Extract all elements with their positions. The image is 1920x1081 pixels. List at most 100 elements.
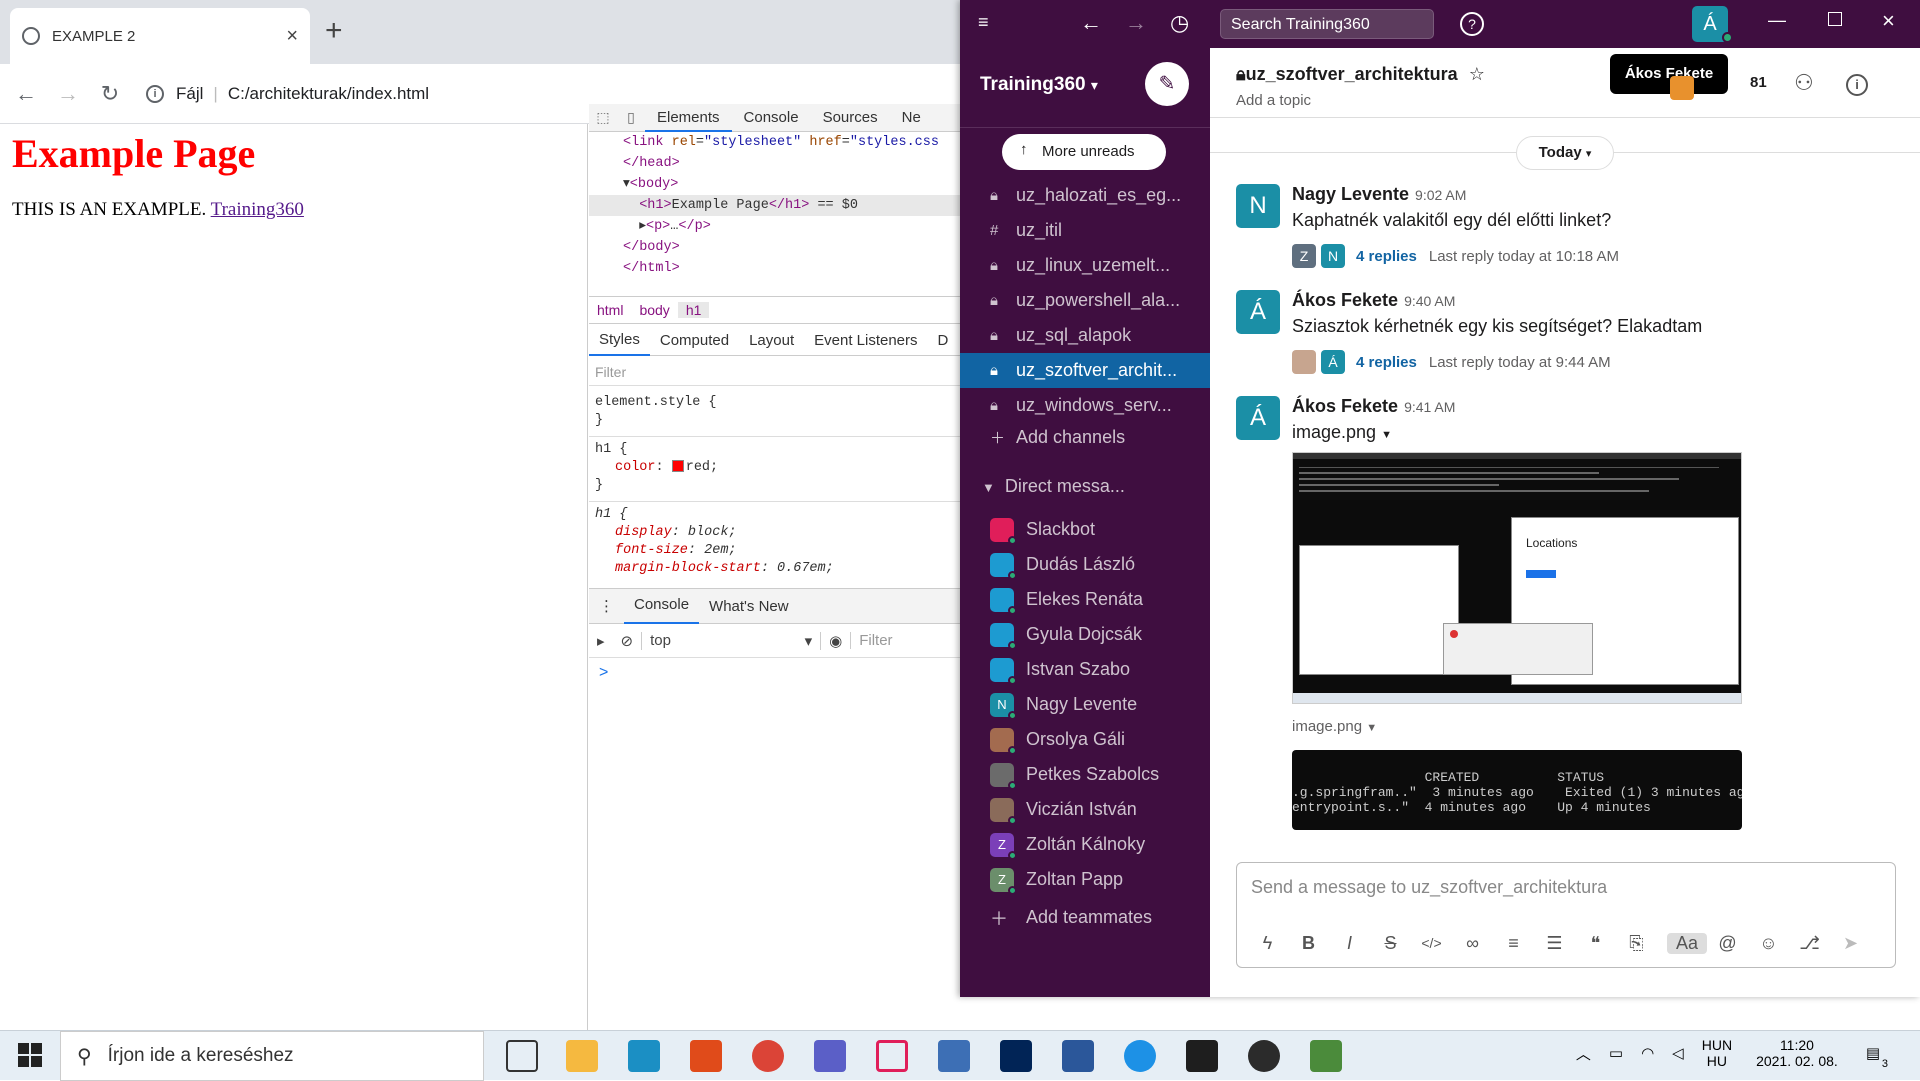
tab-dom-breakpoints[interactable]: D — [928, 332, 959, 349]
volume-icon[interactable]: ◁ — [1672, 1044, 1684, 1062]
avatar[interactable]: N — [1236, 184, 1280, 228]
chrome-icon[interactable] — [752, 1040, 784, 1072]
eye-icon[interactable]: ◉ — [821, 632, 850, 650]
tab-network[interactable]: Ne — [890, 109, 933, 126]
crumb-body[interactable]: body — [631, 302, 677, 318]
styles-filter-input[interactable]: Filter — [589, 358, 960, 386]
dm-item[interactable]: Slackbot — [960, 512, 1210, 547]
tab-close-icon[interactable]: × — [286, 25, 298, 48]
workspace-header[interactable]: Training360 ▾ ✎ — [960, 48, 1210, 128]
tab-computed[interactable]: Computed — [650, 332, 739, 349]
back-icon[interactable]: ← — [1080, 10, 1102, 36]
forward-icon[interactable]: → — [52, 81, 84, 107]
close-icon[interactable]: × — [1882, 8, 1895, 34]
chevron-up-icon[interactable]: ︿ — [1576, 1043, 1591, 1064]
bold-icon[interactable]: B — [1288, 933, 1329, 954]
tab-elements[interactable]: Elements — [645, 104, 732, 132]
tab-styles[interactable]: Styles — [589, 326, 650, 356]
style-rule[interactable]: element.style {} — [589, 390, 960, 437]
link-icon[interactable]: ∞ — [1452, 933, 1493, 954]
info-icon[interactable]: i — [1846, 74, 1868, 96]
message-time[interactable]: 9:02 AM — [1415, 187, 1466, 203]
channel-item[interactable]: 🔒︎ uz_szoftver_archit... — [960, 353, 1210, 388]
channel-item[interactable]: 🔒︎ uz_linux_uzemelt... — [960, 248, 1210, 283]
dom-line[interactable]: <link rel="stylesheet" href="styles.css — [623, 132, 960, 153]
mention-icon[interactable]: @ — [1707, 933, 1748, 954]
forward-icon[interactable]: → — [1125, 10, 1147, 36]
channel-item[interactable]: 🔒︎ uz_windows_serv... — [960, 388, 1210, 423]
github-icon[interactable] — [1248, 1040, 1280, 1072]
italic-icon[interactable]: I — [1329, 933, 1370, 954]
message-author[interactable]: Ákos Fekete 9:40 AM — [1292, 290, 1455, 311]
attachment-icon[interactable]: ⎇ — [1789, 933, 1830, 954]
channel-topic[interactable]: Add a topic — [1236, 92, 1311, 109]
style-rule[interactable]: h1 {display: block; font-size: 2em; margin… — [589, 502, 960, 580]
clock[interactable]: 11:20 2021. 02. 08. — [1756, 1037, 1838, 1069]
dm-item[interactable]: Viczián István — [960, 792, 1210, 827]
more-unreads-button[interactable]: ↑ More unreads — [1002, 134, 1166, 170]
console-prompt[interactable]: > — [599, 664, 608, 682]
sidebar-toggle-icon[interactable]: ▸ — [589, 632, 613, 650]
dom-line[interactable]: ▾<body> — [623, 174, 960, 195]
workspace-name[interactable]: Training360 ▾ — [980, 74, 1098, 96]
tab-console[interactable]: Console — [732, 109, 811, 126]
compose-icon[interactable]: ✎ — [1145, 62, 1189, 106]
dm-section-header[interactable]: ▼ Direct messa... — [982, 476, 1125, 497]
message[interactable]: N Nagy Levente 9:02 AM Kaphatnék valakitő… — [1236, 184, 1896, 274]
add-teammates-button[interactable]: ＋ Add teammates — [960, 900, 1210, 935]
inspect-icon[interactable]: ⬚ — [589, 109, 617, 126]
console-filter-input[interactable]: Filter — [850, 632, 900, 649]
address-bar[interactable]: i Fájl | C:/architekturak/index.html — [146, 84, 429, 104]
dm-item[interactable]: Petkes Szabolcs — [960, 757, 1210, 792]
channel-item[interactable]: 🔒︎ uz_powershell_ala... — [960, 283, 1210, 318]
tab-drawer-console[interactable]: Console — [624, 588, 700, 624]
channel-item[interactable]: # uz_itil — [960, 213, 1210, 248]
training360-link[interactable]: Training360 — [211, 199, 304, 220]
new-tab-button[interactable]: + — [325, 14, 343, 48]
reload-icon[interactable]: ↻ — [94, 81, 126, 107]
dm-item[interactable]: Gyula Dojcsák — [960, 617, 1210, 652]
composer-input[interactable]: Send a message to uz_szoftver_architektu… — [1251, 877, 1607, 898]
history-icon[interactable]: ◷ — [1170, 10, 1189, 36]
terminal-icon[interactable] — [1186, 1040, 1218, 1072]
formatting-toggle-icon[interactable]: Aa — [1667, 932, 1707, 954]
teams-icon[interactable] — [814, 1040, 846, 1072]
word-icon[interactable] — [1062, 1040, 1094, 1072]
dom-tree[interactable]: <link rel="stylesheet" href="styles.css <… — [589, 132, 960, 294]
dm-item[interactable]: Elekes Renáta — [960, 582, 1210, 617]
notification-icon[interactable]: ▤ 3 — [1866, 1044, 1888, 1070]
image-attachment-2[interactable]: CREATED STATUS .g.springfram.." 3 minute… — [1292, 750, 1742, 830]
dom-line[interactable]: </body> — [623, 237, 960, 258]
drawer-menu-icon[interactable]: ⋮ — [589, 597, 624, 615]
taskbar-search[interactable]: ⚲ Írjon ide a kereséshez — [60, 1031, 484, 1081]
task-view-icon[interactable] — [506, 1040, 538, 1072]
dm-item[interactable]: Istvan Szabo — [960, 652, 1210, 687]
dom-line[interactable]: ▸<p>…</p> — [623, 216, 960, 237]
context-select[interactable]: top ▾ — [641, 631, 822, 650]
thread-summary[interactable]: Z N 4 replies Last reply today at 10:18 … — [1292, 244, 1619, 268]
battery-icon[interactable]: ▭ — [1609, 1044, 1623, 1062]
remote-desktop-icon[interactable] — [938, 1040, 970, 1072]
powershell-icon[interactable] — [1000, 1040, 1032, 1072]
clear-console-icon[interactable]: ⊘ — [613, 632, 642, 650]
dom-line-selected[interactable]: <h1>Example Page</h1> == $0 — [589, 195, 960, 216]
device-toggle-icon[interactable]: ▯ — [617, 109, 645, 126]
ordered-list-icon[interactable]: ≡ — [1493, 933, 1534, 954]
dom-line[interactable]: </html> — [623, 258, 960, 279]
slack-icon[interactable] — [876, 1040, 908, 1072]
attachment-label[interactable]: image.png ▼ — [1292, 718, 1377, 735]
dm-item[interactable]: Z Zoltan Papp — [960, 862, 1210, 897]
dm-item[interactable]: Dudás László — [960, 547, 1210, 582]
dm-item[interactable]: N Nagy Levente — [960, 687, 1210, 722]
maximize-icon[interactable] — [1828, 12, 1842, 26]
message[interactable]: Á Ákos Fekete 9:41 AM image.png ▼ — [1236, 396, 1896, 442]
windows-start-icon[interactable] — [18, 1043, 42, 1067]
emoji-icon[interactable]: ☺ — [1748, 933, 1789, 954]
date-divider-button[interactable]: Today ▾ — [1516, 136, 1614, 170]
language-indicator[interactable]: HUN HU — [1702, 1037, 1732, 1069]
message-time[interactable]: 9:40 AM — [1404, 293, 1455, 309]
dm-item[interactable]: Orsolya Gáli — [960, 722, 1210, 757]
message-author[interactable]: Ákos Fekete 9:41 AM — [1292, 396, 1455, 417]
app-l-icon[interactable] — [628, 1040, 660, 1072]
code-block-icon[interactable]: ⎘ — [1616, 933, 1657, 954]
